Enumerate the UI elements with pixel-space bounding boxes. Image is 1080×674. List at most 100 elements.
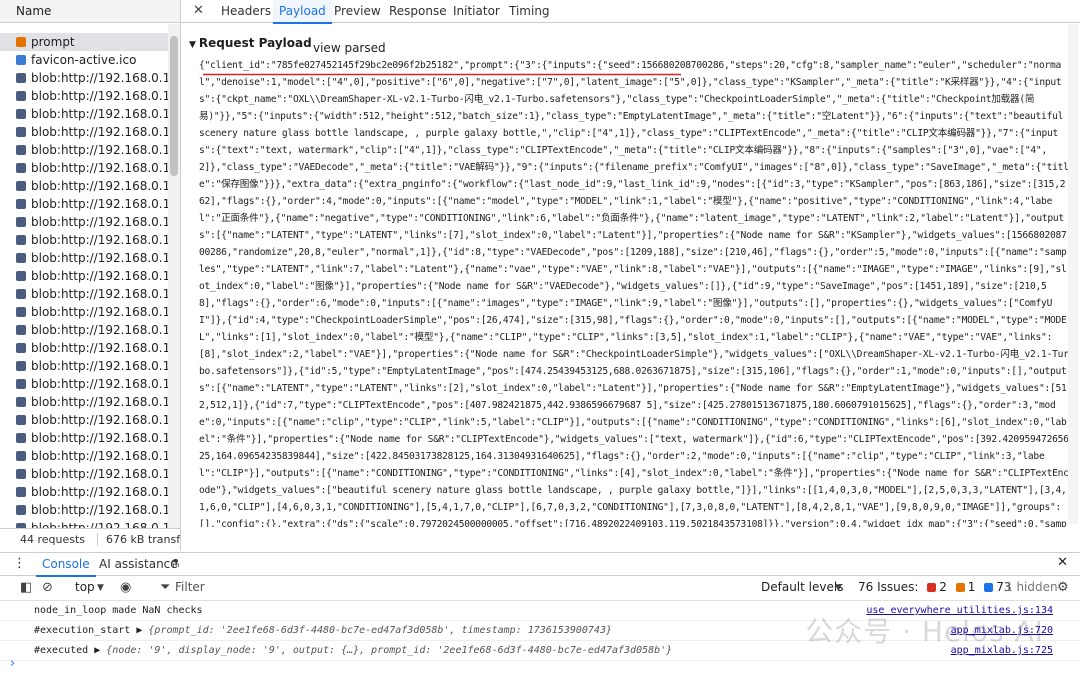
- view-parsed-link[interactable]: view parsed: [313, 41, 386, 55]
- close-icon[interactable]: ✕: [193, 3, 204, 18]
- image-icon: [16, 181, 26, 191]
- request-row[interactable]: blob:http://192.168.0.105:...: [0, 249, 168, 267]
- request-row[interactable]: blob:http://192.168.0.105:...: [0, 519, 168, 528]
- request-name: blob:http://192.168.0.105:...: [31, 305, 168, 319]
- console-line: node_in_loop made NaN checks use everywh…: [0, 601, 1080, 621]
- request-row[interactable]: blob:http://192.168.0.105:...: [0, 105, 168, 123]
- detail-scrollbar[interactable]: [1068, 24, 1078, 524]
- source-link[interactable]: app_mixlab.js:720: [946, 621, 1053, 640]
- expand-arrow-icon[interactable]: ▶: [94, 645, 106, 656]
- request-name: blob:http://192.168.0.105:...: [31, 341, 168, 355]
- image-icon: [16, 487, 26, 497]
- console-drawer: ⋮ Console AI assistance ⚗ ✕ ◧ ⊘ top ▼ ◉ …: [0, 552, 1080, 674]
- request-row[interactable]: blob:http://192.168.0.105:...: [0, 123, 168, 141]
- request-list-scrollbar[interactable]: [168, 24, 180, 529]
- request-row[interactable]: blob:http://192.168.0.105:...: [0, 411, 168, 429]
- log-levels-dropdown[interactable]: Default levels: [761, 580, 843, 594]
- tab-timing[interactable]: Timing: [509, 0, 550, 22]
- request-row[interactable]: blob:http://192.168.0.105:...: [0, 393, 168, 411]
- settings-gear-icon[interactable]: ⚙: [1057, 580, 1069, 595]
- request-row[interactable]: blob:http://192.168.0.105:...: [0, 447, 168, 465]
- request-row[interactable]: blob:http://192.168.0.105:...: [0, 303, 168, 321]
- request-row[interactable]: blob:http://192.168.0.105:...: [0, 501, 168, 519]
- console-object[interactable]: {node: '9', display_node: '9', output: {…: [106, 645, 672, 656]
- warning-issue-icon: [955, 583, 965, 592]
- request-name: blob:http://192.168.0.105:...: [31, 251, 168, 265]
- fetch-icon: [16, 37, 26, 47]
- request-row[interactable]: blob:http://192.168.0.105:...: [0, 87, 168, 105]
- console-line: #executed ▶ {node: '9', display_node: '9…: [0, 641, 1080, 661]
- request-name: blob:http://192.168.0.105:...: [31, 197, 168, 211]
- request-row[interactable]: prompt: [0, 33, 168, 51]
- hidden-count: 1 hidden: [1005, 580, 1058, 594]
- request-name: blob:http://192.168.0.105:...: [31, 395, 168, 409]
- image-icon: [16, 505, 26, 515]
- request-name: blob:http://192.168.0.105:...: [31, 485, 168, 499]
- request-row[interactable]: blob:http://192.168.0.105:...: [0, 375, 168, 393]
- console-message: #executed: [34, 645, 89, 656]
- request-row[interactable]: blob:http://192.168.0.105:...: [0, 465, 168, 483]
- request-row[interactable]: blob:http://192.168.0.105:...: [0, 339, 168, 357]
- request-name: blob:http://192.168.0.105:...: [31, 215, 168, 229]
- image-icon: [16, 109, 26, 119]
- request-row[interactable]: blob:http://192.168.0.105:...: [0, 285, 168, 303]
- console-message: node_in_loop made NaN checks: [34, 605, 203, 616]
- request-name: blob:http://192.168.0.105:...: [31, 89, 168, 103]
- image-icon: [16, 199, 26, 209]
- request-row[interactable]: blob:http://192.168.0.105:...: [0, 231, 168, 249]
- expand-triangle-icon: ▼: [189, 40, 196, 50]
- request-payload-header[interactable]: ▼ Request Payload: [189, 36, 312, 50]
- request-row[interactable]: blob:http://192.168.0.105:...: [0, 177, 168, 195]
- image-icon: [16, 289, 26, 299]
- request-row[interactable]: favicon-active.ico: [0, 51, 168, 69]
- request-name: blob:http://192.168.0.105:...: [31, 287, 168, 301]
- request-row[interactable]: blob:http://192.168.0.105:...: [0, 357, 168, 375]
- image-icon: [16, 307, 26, 317]
- request-row[interactable]: blob:http://192.168.0.105:...: [0, 429, 168, 447]
- clear-console-icon[interactable]: ⊘: [42, 580, 53, 595]
- request-name: blob:http://192.168.0.105:...: [31, 521, 168, 528]
- request-row[interactable]: blob:http://192.168.0.105:...: [0, 69, 168, 87]
- issues-counter[interactable]: 76 Issues: 2 1 73: [858, 580, 1011, 594]
- source-link[interactable]: use everywhere utilities.js:134: [862, 601, 1053, 620]
- menu-icon[interactable]: ⋮: [13, 556, 26, 571]
- request-name: blob:http://192.168.0.105:...: [31, 143, 168, 157]
- chevron-down-icon[interactable]: ▼: [835, 583, 842, 593]
- chevron-down-icon[interactable]: ▼: [97, 583, 104, 593]
- transferred-size: 676 kB transferred: [97, 533, 180, 546]
- request-row[interactable]: blob:http://192.168.0.105:...: [0, 483, 168, 501]
- name-column-header[interactable]: Name: [0, 0, 180, 23]
- image-icon: [16, 343, 26, 353]
- sidebar-toggle-icon[interactable]: ◧: [20, 580, 32, 595]
- request-row[interactable]: blob:http://192.168.0.105:...: [0, 321, 168, 339]
- console-object[interactable]: {prompt_id: '2ee1fe68-6d3f-4480-bc7e-ed4…: [148, 625, 612, 636]
- tab-ai-assistance[interactable]: AI assistance: [99, 553, 178, 575]
- request-row[interactable]: blob:http://192.168.0.105:...: [0, 141, 168, 159]
- context-selector[interactable]: top: [75, 580, 95, 594]
- request-name: blob:http://192.168.0.105:...: [31, 503, 168, 517]
- image-icon: [16, 415, 26, 425]
- request-row[interactable]: blob:http://192.168.0.105:...: [0, 267, 168, 285]
- image-icon: [16, 163, 26, 173]
- request-name: blob:http://192.168.0.105:...: [31, 323, 168, 337]
- expand-arrow-icon[interactable]: ▶: [136, 625, 148, 636]
- tab-payload[interactable]: Payload: [273, 0, 332, 24]
- filter-input[interactable]: Filter: [175, 580, 205, 594]
- request-row[interactable]: blob:http://192.168.0.105:...: [0, 195, 168, 213]
- close-drawer-icon[interactable]: ✕: [1057, 555, 1068, 570]
- console-messages: node_in_loop made NaN checks use everywh…: [0, 601, 1080, 661]
- image-icon: [16, 361, 26, 371]
- request-list-panel: Name prompt favicon-active.ico blob:http:/…: [0, 0, 181, 551]
- tab-response[interactable]: Response: [389, 0, 447, 22]
- tab-preview[interactable]: Preview: [334, 0, 381, 22]
- request-row[interactable]: blob:http://192.168.0.105:...: [0, 213, 168, 231]
- tab-console[interactable]: Console: [36, 553, 96, 577]
- live-expression-icon[interactable]: ◉: [120, 580, 131, 595]
- request-row[interactable]: blob:http://192.168.0.105:...: [0, 159, 168, 177]
- tab-initiator[interactable]: Initiator: [453, 0, 500, 22]
- console-prompt-icon[interactable]: ›: [10, 656, 15, 671]
- error-issue-icon: [927, 583, 937, 592]
- tab-headers[interactable]: Headers: [221, 0, 271, 22]
- image-icon: [16, 55, 26, 65]
- source-link[interactable]: app_mixlab.js:725: [946, 641, 1053, 660]
